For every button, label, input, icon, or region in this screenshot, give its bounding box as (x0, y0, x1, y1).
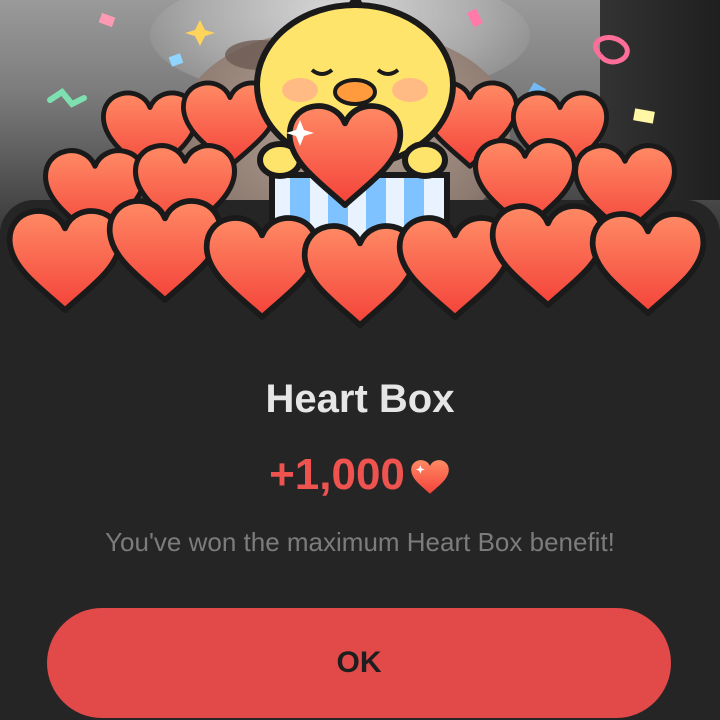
reward-amount-row: +1,000 (0, 450, 720, 500)
ok-button-label: OK (336, 646, 382, 679)
background-photo (0, 0, 720, 240)
photo-eye-left (225, 40, 295, 70)
photo-dark-edge (600, 0, 720, 200)
dialog-title: Heart Box (265, 377, 455, 421)
heart-icon (411, 460, 449, 494)
ok-button[interactable]: OK (47, 608, 671, 718)
benefit-message: You've won the maximum Heart Box benefit… (105, 527, 615, 557)
reward-amount: +1,000 (269, 450, 405, 499)
